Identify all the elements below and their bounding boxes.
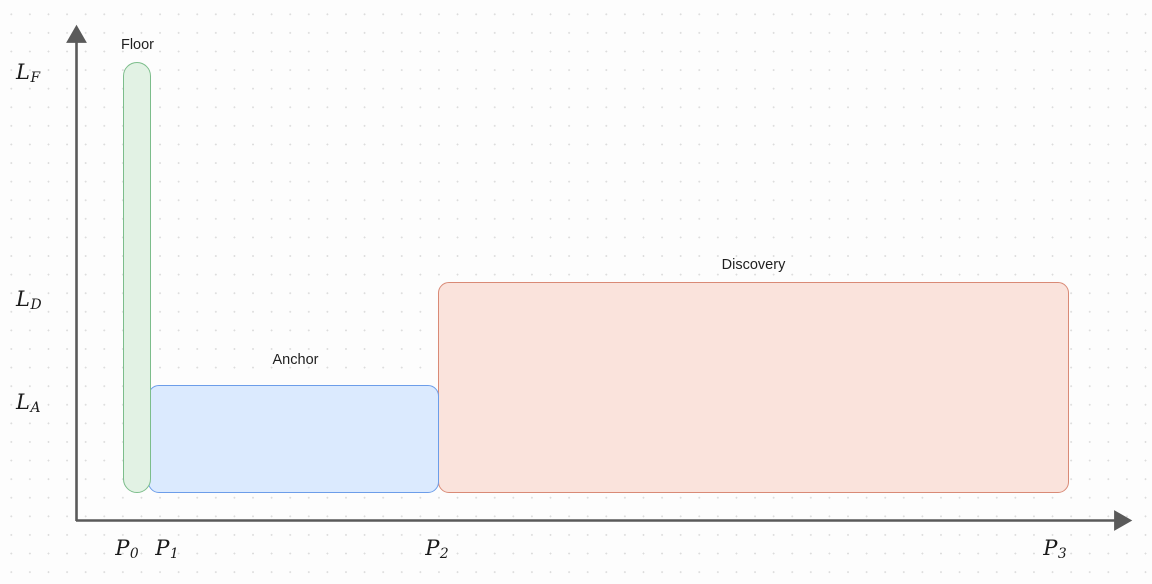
- region-floor[interactable]: [123, 62, 151, 493]
- region-anchor[interactable]: [148, 385, 439, 493]
- y-tick-sub-ld: D: [30, 297, 42, 314]
- y-tick-label-la: LA: [16, 390, 70, 416]
- x-tick-base-p2: P: [425, 536, 440, 560]
- x-tick-sub-p1: 1: [169, 546, 179, 563]
- diagram-canvas: Floor Anchor Discovery LF LD LA P0 P1 P2…: [0, 0, 1152, 584]
- x-tick-label-p2: P2: [402, 536, 472, 562]
- x-tick-sub-p2: 2: [439, 546, 449, 563]
- x-tick-label-p1: P1: [132, 536, 202, 562]
- region-label-anchor: Anchor: [272, 352, 319, 368]
- region-discovery[interactable]: [438, 282, 1069, 493]
- x-tick-base-p0: P: [115, 536, 130, 560]
- y-tick-sub-lf: F: [30, 70, 41, 87]
- region-label-discovery: Discovery: [721, 257, 786, 273]
- y-tick-label-lf: LF: [16, 60, 70, 86]
- y-tick-base-lf: L: [16, 60, 30, 84]
- y-tick-base-la: L: [16, 390, 30, 414]
- y-tick-label-ld: LD: [16, 287, 70, 313]
- y-tick-sub-la: A: [30, 400, 41, 417]
- y-tick-base-ld: L: [16, 287, 30, 311]
- x-tick-sub-p3: 3: [1057, 546, 1067, 563]
- x-tick-base-p1: P: [155, 536, 170, 560]
- x-tick-base-p3: P: [1043, 536, 1058, 560]
- x-tick-label-p3: P3: [1020, 536, 1090, 562]
- region-label-floor: Floor: [120, 37, 155, 53]
